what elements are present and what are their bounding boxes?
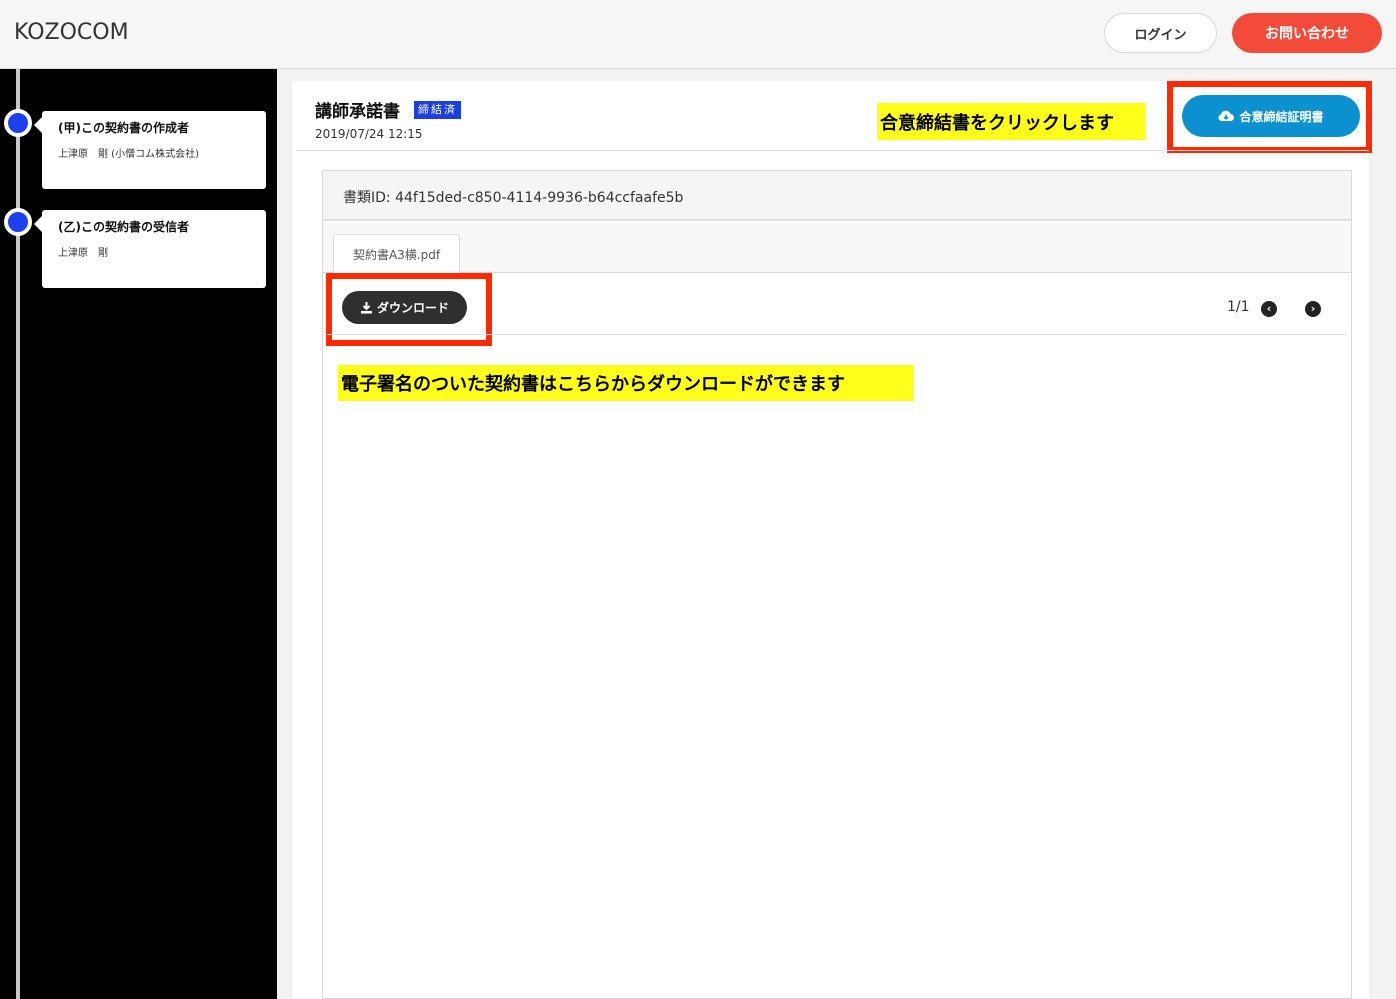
download-button[interactable]: ダウンロード: [342, 291, 467, 324]
document-id: 書類ID: 44f15ded-c850-4114-9936-b64ccfaafe…: [343, 190, 684, 206]
annotation-download-signed: 電子署名のついた契約書はこちらからダウンロードができます: [338, 365, 914, 401]
cloud-download-icon: [1218, 110, 1235, 122]
party-card-creator: (甲)この契約書の作成者 上津原 剛 (小僧コム株式会社): [34, 111, 266, 189]
contact-button[interactable]: お問い合わせ: [1232, 13, 1382, 53]
annotation-click-certificate: 合意締結書をクリックします: [877, 103, 1146, 140]
page-indicator: 1/1: [1227, 299, 1250, 315]
arrow-right-icon[interactable]: ›: [1305, 301, 1321, 317]
signer-timeline-sidebar: (甲)この契約書の作成者 上津原 剛 (小僧コム株式会社) (乙)この契約書の受…: [0, 69, 277, 999]
header-divider: [296, 150, 1369, 151]
download-icon: [360, 302, 372, 314]
party-role-label: (乙)この契約書の受信者: [58, 220, 189, 234]
document-title: 講師承諾書: [315, 102, 400, 122]
document-id-bar: 書類ID: 44f15ded-c850-4114-9936-b64ccfaafe…: [323, 171, 1351, 221]
arrow-left-icon[interactable]: ‹: [1261, 301, 1277, 317]
download-button-label: ダウンロード: [376, 301, 449, 315]
party-card-recipient: (乙)この契約書の受信者 上津原 剛: [34, 210, 266, 288]
document-viewer: 書類ID: 44f15ded-c850-4114-9936-b64ccfaafe…: [322, 170, 1352, 999]
status-badge: 締結済: [414, 101, 461, 119]
file-tabbar: 契約書A3横.pdf: [323, 223, 1351, 274]
timeline-dot-recipient: [4, 208, 32, 236]
party-role-label: (甲)この契約書の作成者: [58, 121, 189, 135]
tab-contract-pdf[interactable]: 契約書A3横.pdf: [333, 234, 460, 274]
timeline-dot-creator: [4, 109, 32, 137]
party-name: 上津原 剛: [58, 248, 108, 259]
login-button[interactable]: ログイン: [1104, 13, 1217, 53]
document-date: 2019/07/24 12:15: [315, 127, 423, 141]
toolbar-divider: [327, 334, 1347, 335]
document-panel: 講師承諾書 締結済 2019/07/24 12:15 合意締結書をクリックします…: [292, 81, 1372, 999]
agreement-certificate-button[interactable]: 合意締結証明書: [1182, 95, 1360, 137]
top-header: KOZOCOM ログイン お問い合わせ: [0, 0, 1396, 69]
certificate-button-label: 合意締結証明書: [1239, 109, 1324, 124]
kozocom-logo[interactable]: KOZOCOM: [14, 20, 129, 45]
party-name: 上津原 剛 (小僧コム株式会社): [58, 149, 199, 160]
